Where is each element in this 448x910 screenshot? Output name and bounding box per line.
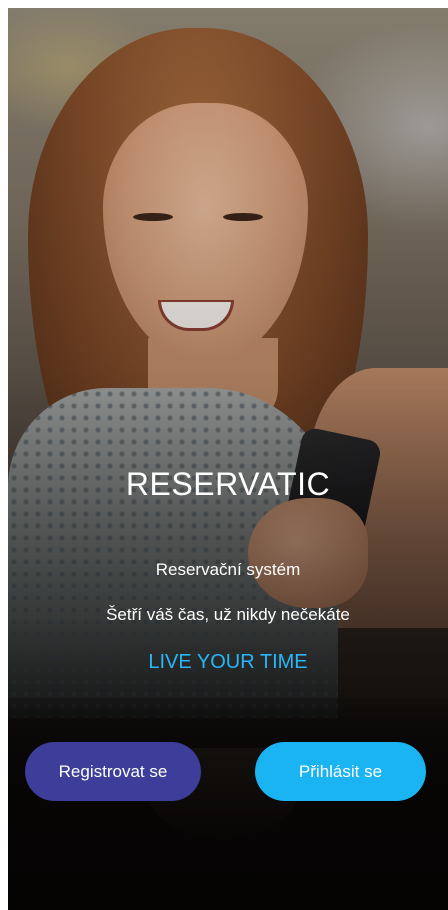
welcome-content: RESERVATIC Reservační systém Šetří váš č… [8,8,448,910]
app-title: RESERVATIC [125,466,331,502]
app-tagline: Šetří váš čas, už nikdy nečekáte [106,605,350,624]
register-button[interactable]: Registrovat se [25,742,201,801]
app-slogan: LIVE YOUR TIME [148,651,308,673]
login-button[interactable]: Přihlásit se [255,742,426,801]
welcome-screen: RESERVATIC Reservační systém Šetří váš č… [8,8,448,910]
app-subtitle: Reservační systém [155,560,301,579]
